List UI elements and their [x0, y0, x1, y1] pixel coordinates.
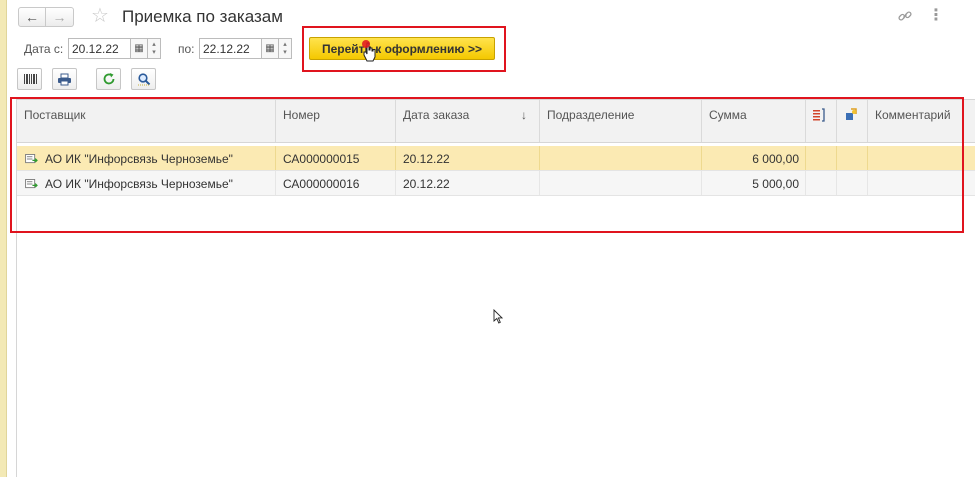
arrow-cursor-icon [493, 309, 503, 324]
favorite-star-icon[interactable]: ☆ [91, 5, 109, 27]
cell-number: СА000000016 [276, 171, 396, 195]
date-to-field[interactable] [199, 38, 262, 59]
cell-attachment [837, 146, 868, 170]
date-to-label: по: [178, 42, 195, 56]
spin-up-icon: ▴ [152, 40, 156, 48]
find-button[interactable] [131, 68, 156, 90]
cell-number: СА000000015 [276, 146, 396, 170]
attachment-status-icon [846, 108, 857, 120]
supplier-name: АО ИК "Инфорсвязь Черноземье" [45, 152, 233, 166]
sort-down-icon: ↓ [521, 108, 527, 122]
refresh-button[interactable] [96, 68, 121, 90]
print-button[interactable] [52, 68, 77, 90]
cell-division [540, 146, 702, 170]
refresh-icon [103, 73, 114, 85]
column-header-division[interactable]: Подразделение [540, 100, 702, 142]
table-row[interactable]: АО ИК "Инфорсвязь Черноземье" СА00000001… [17, 146, 975, 171]
cell-comment [868, 146, 975, 170]
cell-doc-status [806, 171, 837, 195]
print-icon [58, 73, 71, 85]
back-button[interactable]: ← [18, 7, 46, 27]
left-panel-edge [0, 0, 7, 477]
order-document-icon [25, 179, 38, 189]
table-header: Поставщик Номер Дата заказа ↓ Подразделе… [17, 100, 975, 143]
column-header-comment[interactable]: Комментарий [868, 100, 975, 142]
date-from-calendar-button[interactable]: ▦ [131, 38, 148, 59]
table-row[interactable]: АО ИК "Инфорсвязь Черноземье" СА00000001… [17, 171, 975, 196]
calendar-icon: ▦ [134, 43, 144, 54]
link-icon[interactable] [897, 8, 913, 28]
date-from-label: Дата с: [24, 42, 64, 56]
column-header-supplier[interactable]: Поставщик [17, 100, 276, 142]
supplier-name: АО ИК "Инфорсвязь Черноземье" [45, 177, 233, 191]
arrow-right-icon: → [52, 9, 67, 25]
cell-division [540, 171, 702, 195]
orders-table: Поставщик Номер Дата заказа ↓ Подразделе… [16, 99, 975, 477]
click-indicator [362, 40, 370, 48]
spin-down-icon: ▾ [152, 48, 156, 56]
spin-down-icon: ▾ [283, 48, 287, 56]
cell-order-date: 20.12.22 [396, 146, 540, 170]
page-title: Приемка по заказам [122, 7, 283, 26]
go-to-processing-button[interactable]: Перейти к оформлению >> [309, 37, 495, 60]
barcode-button[interactable] [17, 68, 42, 90]
link-icon-graphic [898, 11, 912, 21]
forward-button[interactable]: → [46, 7, 74, 27]
date-to-spinner[interactable]: ▴ ▾ [279, 38, 292, 59]
cell-sum: 5 000,00 [702, 171, 806, 195]
cell-doc-status [806, 146, 837, 170]
cell-comment [868, 171, 975, 195]
column-header-number[interactable]: Номер [276, 100, 396, 142]
date-from-spinner[interactable]: ▴ ▾ [148, 38, 161, 59]
barcode-icon [23, 74, 37, 84]
search-icon [137, 73, 150, 86]
cell-sum: 6 000,00 [702, 146, 806, 170]
cell-supplier: АО ИК "Инфорсвязь Черноземье" [17, 171, 276, 195]
column-header-order-date[interactable]: Дата заказа ↓ [396, 100, 540, 142]
date-from-field[interactable] [68, 38, 131, 59]
spin-up-icon: ▴ [283, 40, 287, 48]
arrow-left-icon: ← [25, 9, 39, 25]
calendar-icon: ▦ [265, 43, 275, 54]
order-document-icon [25, 154, 38, 164]
cell-order-date: 20.12.22 [396, 171, 540, 195]
cell-attachment [837, 171, 868, 195]
cell-supplier: АО ИК "Инфорсвязь Черноземье" [17, 146, 276, 170]
column-header-order-date-label: Дата заказа [403, 108, 470, 122]
column-header-sum[interactable]: Сумма [702, 100, 806, 142]
column-header-doc-status[interactable] [806, 100, 837, 142]
column-header-attachment[interactable] [837, 100, 868, 142]
date-to-calendar-button[interactable]: ▦ [262, 38, 279, 59]
document-status-icon [813, 108, 825, 122]
more-menu-icon[interactable]: ⋮ [928, 8, 944, 24]
